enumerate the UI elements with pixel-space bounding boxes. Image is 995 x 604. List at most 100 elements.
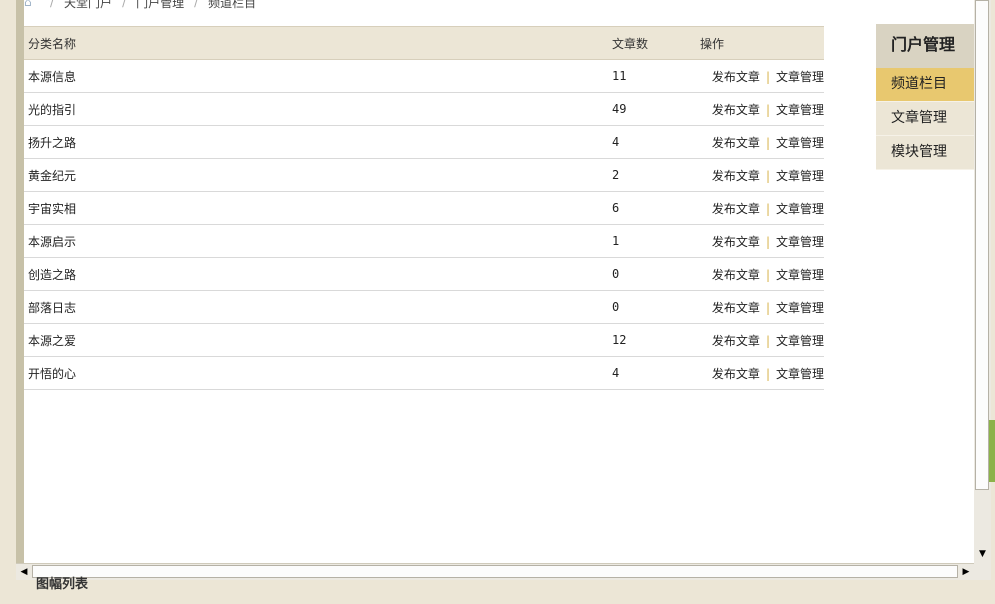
category-name: 光的指引 (24, 92, 608, 126)
category-name: 部落日志 (24, 290, 608, 324)
article-count: 49 (608, 92, 696, 126)
publish-article-link[interactable]: 发布文章 (712, 70, 760, 84)
sidebar-item-modules[interactable]: 模块管理 (876, 136, 974, 170)
publish-article-link[interactable]: 发布文章 (712, 334, 760, 348)
row-actions: 发布文章 | 文章管理 (696, 323, 824, 357)
frame-left-bar (0, 0, 16, 604)
category-name: 宇宙实相 (24, 191, 608, 225)
category-name: 本源启示 (24, 224, 608, 258)
scroll-down-arrow-icon[interactable]: ▼ (974, 547, 991, 562)
table-row: 部落日志 0 发布文章 | 文章管理 (24, 290, 824, 324)
breadcrumb-item: 频道栏目 (208, 0, 257, 10)
side-tab[interactable] (989, 420, 995, 482)
manage-articles-link[interactable]: 文章管理 (776, 70, 824, 84)
category-name: 扬升之路 (24, 125, 608, 159)
table-row: 本源之爱 12 发布文章 | 文章管理 (24, 323, 824, 357)
action-divider: | (765, 102, 770, 117)
category-name: 本源信息 (24, 59, 608, 93)
row-actions: 发布文章 | 文章管理 (696, 191, 824, 225)
article-count: 1 (608, 224, 696, 258)
manage-articles-link[interactable]: 文章管理 (776, 202, 824, 216)
horizontal-scrollbar[interactable]: ◀ ▶ (16, 563, 974, 580)
category-table: 分类名称 文章数 操作 本源信息 11 发布文章 | 文章管理 光的指引 49 发布文章 | 文章… (24, 26, 824, 390)
publish-article-link[interactable]: 发布文章 (712, 268, 760, 282)
manage-articles-link[interactable]: 文章管理 (776, 169, 824, 183)
row-actions: 发布文章 | 文章管理 (696, 290, 824, 324)
table-row: 创造之路 0 发布文章 | 文章管理 (24, 257, 824, 291)
row-actions: 发布文章 | 文章管理 (696, 158, 824, 192)
category-name: 开悟的心 (24, 356, 608, 390)
breadcrumb-item[interactable]: 天堂门户 (64, 0, 112, 11)
table-row: 扬升之路 4 发布文章 | 文章管理 (24, 125, 824, 159)
row-actions: 发布文章 | 文章管理 (696, 59, 824, 93)
horizontal-scrollbar-thumb[interactable] (32, 565, 958, 578)
article-count: 0 (608, 290, 696, 324)
category-name: 创造之路 (24, 257, 608, 291)
scroll-left-arrow-icon[interactable]: ◀ (16, 564, 32, 580)
breadcrumb-item[interactable]: 门户管理 (136, 0, 184, 11)
manage-articles-link[interactable]: 文章管理 (776, 268, 824, 282)
table-header-row: 分类名称 文章数 操作 (24, 26, 824, 60)
table-row: 本源启示 1 发布文章 | 文章管理 (24, 224, 824, 258)
table-row: 宇宙实相 6 发布文章 | 文章管理 (24, 191, 824, 225)
sidebar-title: 门户管理 (876, 24, 974, 68)
publish-article-link[interactable]: 发布文章 (712, 367, 760, 381)
article-count: 12 (608, 323, 696, 357)
manage-articles-link[interactable]: 文章管理 (776, 235, 824, 249)
section-title-peek: 图幅列表 (36, 577, 89, 592)
manage-articles-link[interactable]: 文章管理 (776, 103, 824, 117)
action-divider: | (765, 333, 770, 348)
frame-left-edge (16, 0, 24, 564)
publish-article-link[interactable]: 发布文章 (712, 301, 760, 315)
publish-article-link[interactable]: 发布文章 (712, 235, 760, 249)
row-actions: 发布文章 | 文章管理 (696, 92, 824, 126)
breadcrumb-separator: / (122, 0, 127, 9)
home-icon[interactable]: ⌂ (24, 0, 40, 8)
row-actions: 发布文章 | 文章管理 (696, 356, 824, 390)
article-count: 2 (608, 158, 696, 192)
manage-articles-link[interactable]: 文章管理 (776, 334, 824, 348)
content-frame: ⌂ / 天堂门户 / 门户管理 / 频道栏目 分类名称 文章数 操作 本源信息 1… (24, 0, 974, 564)
publish-article-link[interactable]: 发布文章 (712, 103, 760, 117)
table-row: 黄金纪元 2 发布文章 | 文章管理 (24, 158, 824, 192)
manage-articles-link[interactable]: 文章管理 (776, 136, 824, 150)
manage-articles-link[interactable]: 文章管理 (776, 367, 824, 381)
article-count: 4 (608, 125, 696, 159)
action-divider: | (765, 135, 770, 150)
row-actions: 发布文章 | 文章管理 (696, 257, 824, 291)
row-actions: 发布文章 | 文章管理 (696, 125, 824, 159)
column-header-ops: 操作 (696, 26, 824, 60)
vertical-scrollbar-thumb[interactable] (975, 0, 989, 490)
action-divider: | (765, 366, 770, 381)
sidebar: 门户管理 频道栏目 文章管理 模块管理 (876, 24, 974, 170)
action-divider: | (765, 69, 770, 84)
table-row: 本源信息 11 发布文章 | 文章管理 (24, 59, 824, 93)
scrollbar-corner (974, 563, 991, 580)
article-count: 6 (608, 191, 696, 225)
article-count: 0 (608, 257, 696, 291)
action-divider: | (765, 201, 770, 216)
article-count: 11 (608, 59, 696, 93)
action-divider: | (765, 267, 770, 282)
row-actions: 发布文章 | 文章管理 (696, 224, 824, 258)
category-name: 黄金纪元 (24, 158, 608, 192)
sidebar-item-channel[interactable]: 频道栏目 (876, 68, 974, 102)
manage-articles-link[interactable]: 文章管理 (776, 301, 824, 315)
action-divider: | (765, 168, 770, 183)
category-name: 本源之爱 (24, 323, 608, 357)
action-divider: | (765, 234, 770, 249)
publish-article-link[interactable]: 发布文章 (712, 169, 760, 183)
breadcrumb-separator: / (194, 0, 199, 9)
scroll-right-arrow-icon[interactable]: ▶ (958, 564, 974, 580)
article-count: 4 (608, 356, 696, 390)
column-header-count: 文章数 (608, 26, 696, 60)
table-row: 光的指引 49 发布文章 | 文章管理 (24, 92, 824, 126)
breadcrumb-separator: / (50, 0, 55, 9)
column-header-name: 分类名称 (24, 26, 608, 60)
publish-article-link[interactable]: 发布文章 (712, 202, 760, 216)
publish-article-link[interactable]: 发布文章 (712, 136, 760, 150)
breadcrumb: ⌂ / 天堂门户 / 门户管理 / 频道栏目 (24, 0, 256, 10)
sidebar-item-articles[interactable]: 文章管理 (876, 102, 974, 136)
table-row: 开悟的心 4 发布文章 | 文章管理 (24, 356, 824, 390)
action-divider: | (765, 300, 770, 315)
